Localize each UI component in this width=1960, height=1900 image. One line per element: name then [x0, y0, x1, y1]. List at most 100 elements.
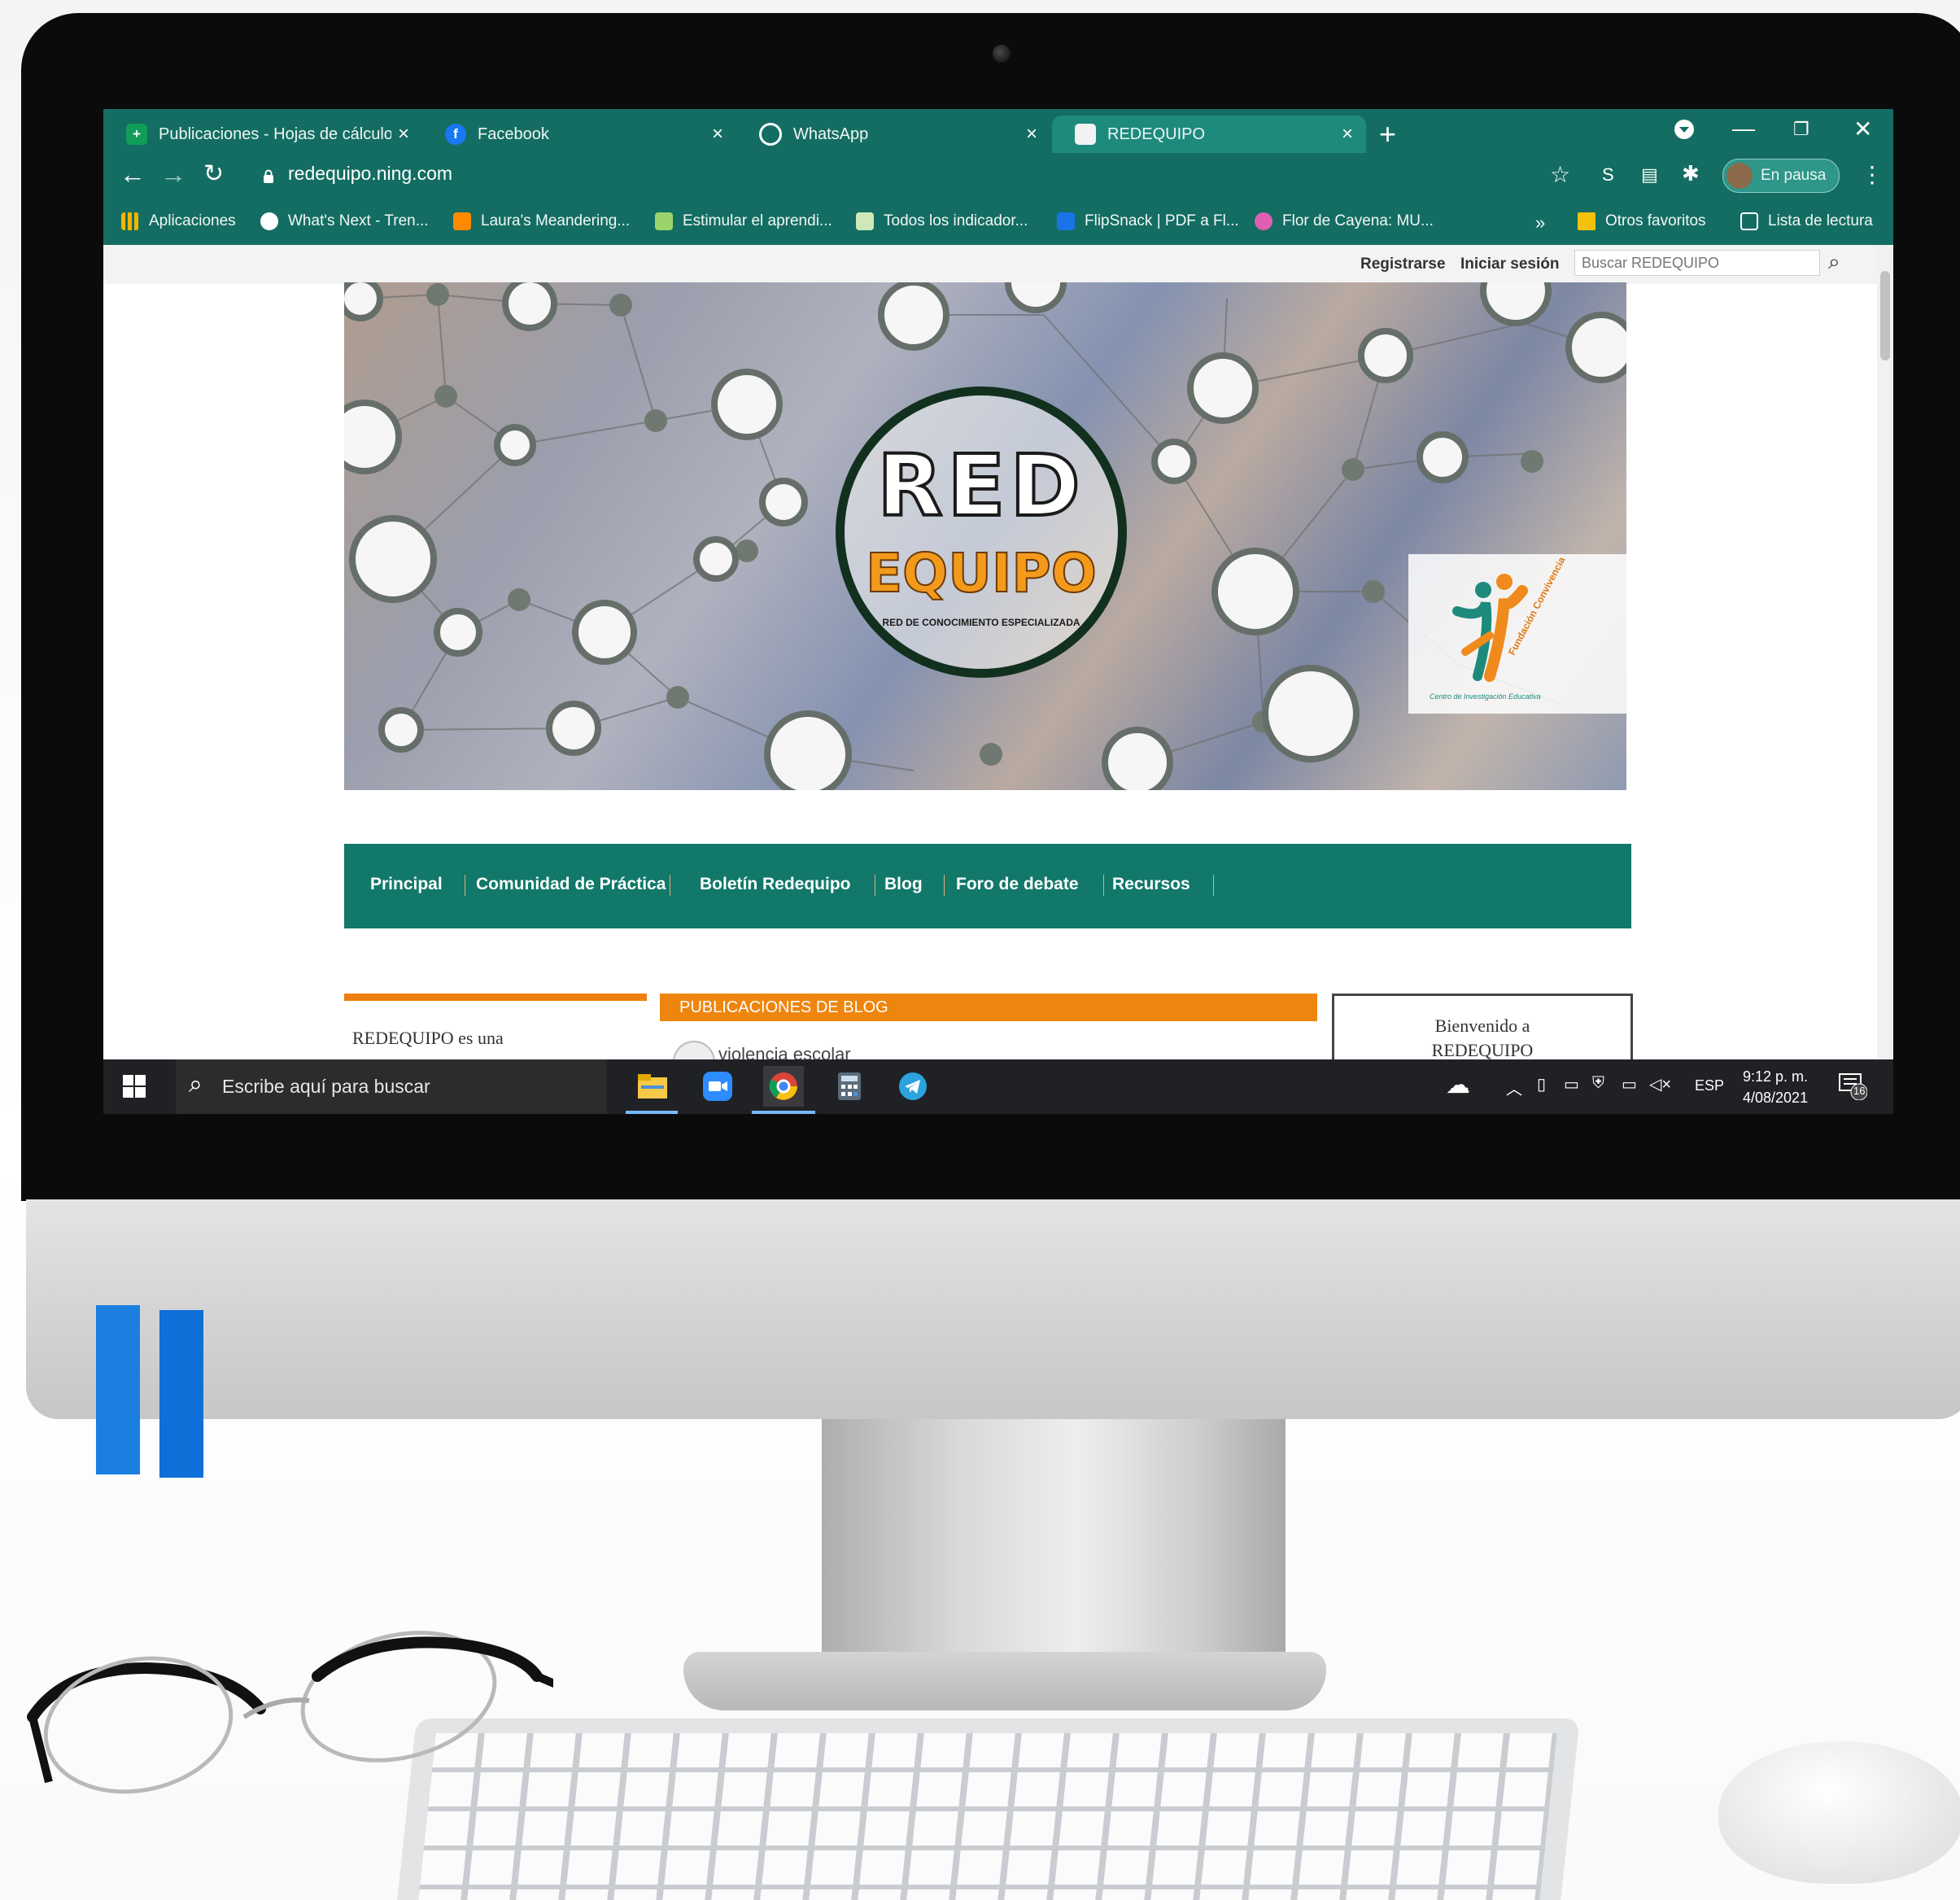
left-column-accent — [344, 994, 647, 1001]
webcam — [993, 45, 1011, 63]
file-explorer-icon[interactable] — [632, 1066, 673, 1107]
close-tab-icon[interactable]: × — [712, 123, 723, 146]
reload-icon[interactable]: ↻ — [203, 159, 224, 188]
tab-google-sheets[interactable]: + Publicaciones - Hojas de cálculo × — [103, 116, 422, 153]
bookmark-whats-next[interactable]: What's Next - Tren... — [260, 212, 429, 230]
close-tab-icon[interactable]: × — [1026, 123, 1037, 146]
close-tab-icon[interactable]: × — [398, 123, 409, 146]
folder-icon — [1578, 212, 1596, 230]
bookmarks-bar: Aplicaciones What's Next - Tren... Laura… — [103, 202, 1893, 245]
reading-list-button[interactable]: Lista de lectura — [1740, 212, 1873, 230]
tab-facebook[interactable]: f Facebook × — [422, 116, 736, 153]
battery-icon[interactable]: ▭ — [1564, 1074, 1579, 1114]
computer-screen: + Publicaciones - Hojas de cálculo × f F… — [103, 109, 1893, 1114]
eyeglasses — [27, 1631, 553, 1794]
tab-whatsapp[interactable]: WhatsApp × — [736, 116, 1050, 153]
bookmark-label: Flor de Cayena: MU... — [1282, 212, 1434, 229]
nav-recursos[interactable]: Recursos — [1112, 875, 1190, 894]
nav-blog[interactable]: Blog — [884, 875, 923, 894]
notifications-icon[interactable]: 16 — [1838, 1071, 1868, 1114]
search-icon[interactable]: ⌕ — [1828, 249, 1857, 278]
zoom-icon[interactable] — [697, 1066, 738, 1107]
nav-comunidad-de-practica[interactable]: Comunidad de Práctica — [476, 875, 666, 894]
flower-icon — [1255, 212, 1272, 230]
blog-section-header: PUBLICACIONES DE BLOG — [660, 994, 1317, 1021]
logo-subtitle: RED DE CONOCIMIENTO ESPECIALIZADA — [882, 617, 1080, 628]
bookmark-flor-de-cayena[interactable]: Flor de Cayena: MU... — [1255, 212, 1434, 230]
bookmark-estimular[interactable]: Estimular el aprendi... — [655, 212, 832, 230]
user-bar: Registrarse Iniciar sesión ⌕ — [103, 245, 1877, 284]
scrollbar-thumb[interactable] — [1880, 271, 1890, 360]
profile-button[interactable]: En pausa — [1722, 159, 1840, 193]
whatsapp-icon — [759, 123, 782, 146]
restore-icon[interactable]: ❐ — [1793, 119, 1809, 140]
apps-grid-icon — [121, 212, 139, 230]
bookmark-apps[interactable]: Aplicaciones — [121, 212, 236, 230]
back-icon[interactable]: ← — [120, 159, 146, 190]
time-text: 9:12 p. m. — [1743, 1068, 1809, 1085]
network-icon[interactable]: ▭ — [1622, 1074, 1637, 1114]
windows-start-icon[interactable] — [123, 1075, 146, 1098]
bookmark-lauras-meanderings[interactable]: Laura's Meandering... — [453, 212, 630, 230]
usb-icon[interactable]: ▯ — [1537, 1074, 1546, 1114]
google-sheets-icon: + — [126, 124, 147, 145]
bookmark-label: Estimular el aprendi... — [683, 212, 832, 229]
tab-search-icon[interactable] — [1674, 119, 1695, 146]
tab-label: Facebook — [478, 124, 549, 143]
taskbar-search[interactable]: ⌕ Escribe aquí para buscar — [176, 1059, 607, 1114]
menu-kebab-icon[interactable]: ⋮ — [1861, 161, 1884, 188]
extensions-puzzle-icon[interactable]: ✱ — [1682, 161, 1700, 186]
site-search-input[interactable] — [1574, 250, 1820, 276]
bookmark-label: What's Next - Tren... — [288, 212, 429, 229]
clock[interactable]: 9:12 p. m. 4/08/2021 — [1743, 1066, 1808, 1114]
nav-boletin-redequipo[interactable]: Boletín Redequipo — [700, 875, 851, 894]
flipsnack-icon — [1057, 212, 1075, 230]
blogger-icon — [453, 212, 471, 230]
register-link[interactable]: Registrarse — [1360, 256, 1446, 273]
telegram-icon[interactable] — [893, 1066, 933, 1107]
close-tab-icon[interactable]: × — [1342, 123, 1353, 146]
security-shield-icon[interactable]: ⛨ — [1592, 1074, 1604, 1114]
weather-icon[interactable]: ☁ — [1446, 1071, 1470, 1114]
nav-principal[interactable]: Principal — [370, 875, 443, 894]
extension-icon[interactable]: S — [1602, 164, 1614, 186]
header-banner: RED EQUIPO RED DE CONOCIMIENTO ESPECIALI… — [344, 282, 1626, 790]
notification-count: 16 — [1853, 1085, 1866, 1097]
active-app-indicator — [626, 1111, 678, 1114]
bookmark-indicadores[interactable]: Todos los indicador... — [856, 212, 1028, 230]
login-link[interactable]: Iniciar sesión — [1460, 256, 1559, 273]
language-indicator[interactable]: ESP — [1695, 1077, 1724, 1114]
facebook-icon: f — [445, 124, 466, 145]
logo-red-text: RED — [875, 435, 1085, 537]
minimize-icon[interactable]: — — [1732, 116, 1755, 142]
bookmark-star-icon[interactable]: ☆ — [1550, 161, 1570, 188]
web-page: Registrarse Iniciar sesión ⌕ — [103, 245, 1893, 1059]
date-text: 4/08/2021 — [1743, 1090, 1809, 1106]
page-scrollbar[interactable] — [1877, 245, 1893, 1059]
active-app-indicator — [752, 1111, 815, 1114]
reading-list-icon — [1740, 212, 1758, 230]
tab-redequipo[interactable]: REDEQUIPO × — [1052, 116, 1366, 153]
nav-foro-de-debate[interactable]: Foro de debate — [956, 875, 1079, 894]
address-bar[interactable]: redequipo.ning.com — [288, 163, 452, 185]
intro-text: REDEQUIPO es una — [352, 1028, 504, 1048]
avatar — [673, 1041, 715, 1059]
welcome-line-1: Bienvenido a — [1434, 1016, 1530, 1036]
chevron-up-icon[interactable]: ︿ — [1506, 1076, 1522, 1114]
bookmark-flipsnack[interactable]: FlipSnack | PDF a Fl... — [1057, 212, 1239, 230]
volume-muted-icon[interactable]: ◁× — [1649, 1074, 1671, 1114]
calculator-icon[interactable] — [829, 1066, 870, 1107]
chrome-icon[interactable] — [763, 1066, 804, 1107]
site-navigation: Principal Comunidad de Práctica Boletín … — [344, 844, 1631, 928]
tab-label: WhatsApp — [793, 124, 869, 143]
forward-icon[interactable]: → — [160, 159, 186, 190]
tab-strip: + Publicaciones - Hojas de cálculo × f F… — [103, 109, 1893, 153]
close-window-icon[interactable]: ✕ — [1853, 116, 1872, 142]
blog-post-link[interactable]: violencia escolar — [718, 1044, 851, 1059]
monitor-chin — [26, 1199, 1960, 1419]
other-bookmarks-folder[interactable]: Otros favoritos — [1578, 212, 1706, 230]
bookmarks-overflow-button[interactable]: » — [1535, 212, 1545, 234]
nav-separator — [1103, 875, 1104, 896]
new-tab-button[interactable]: + — [1379, 117, 1396, 151]
extension-doc-icon[interactable]: ▤ — [1641, 164, 1658, 186]
